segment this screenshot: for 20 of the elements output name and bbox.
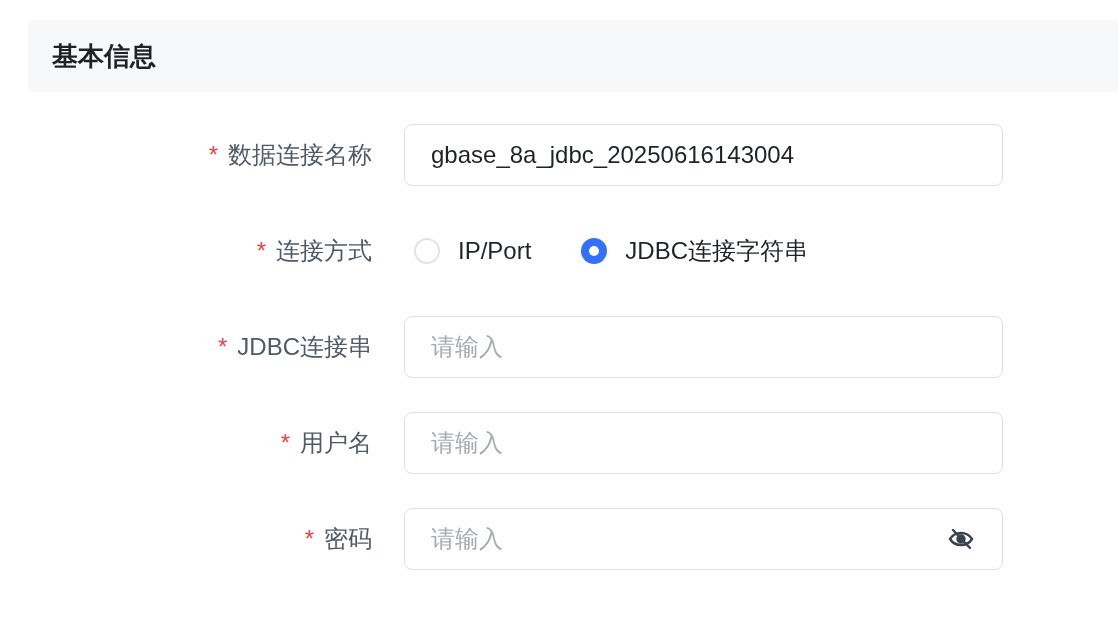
required-asterisk: * [280, 428, 290, 458]
radio-label[interactable]: JDBC连接字符串 [625, 233, 809, 269]
required-asterisk: * [218, 332, 228, 362]
required-asterisk: * [256, 236, 266, 266]
required-asterisk: * [208, 140, 218, 170]
field-label: 数据连接名称 [228, 140, 372, 170]
eye-hidden-icon[interactable] [947, 527, 975, 551]
radio-button[interactable] [414, 238, 440, 264]
field-label: 用户名 [300, 428, 372, 458]
password-field[interactable]: 请输入 [404, 508, 1003, 570]
radio-button[interactable] [581, 238, 608, 264]
required-asterisk: * [304, 524, 314, 554]
input-field[interactable]: gbase_8a_jdbc_20250616143004 [404, 124, 1003, 186]
radio-label[interactable]: IP/Port [458, 233, 532, 269]
field-label: 连接方式 [276, 236, 372, 266]
section-title: 基本信息 [52, 39, 156, 73]
input-field[interactable]: 请输入 [404, 412, 1003, 474]
input-field[interactable]: 请输入 [404, 316, 1003, 378]
field-label: JDBC连接串 [237, 332, 372, 362]
field-label: 密码 [324, 524, 372, 554]
